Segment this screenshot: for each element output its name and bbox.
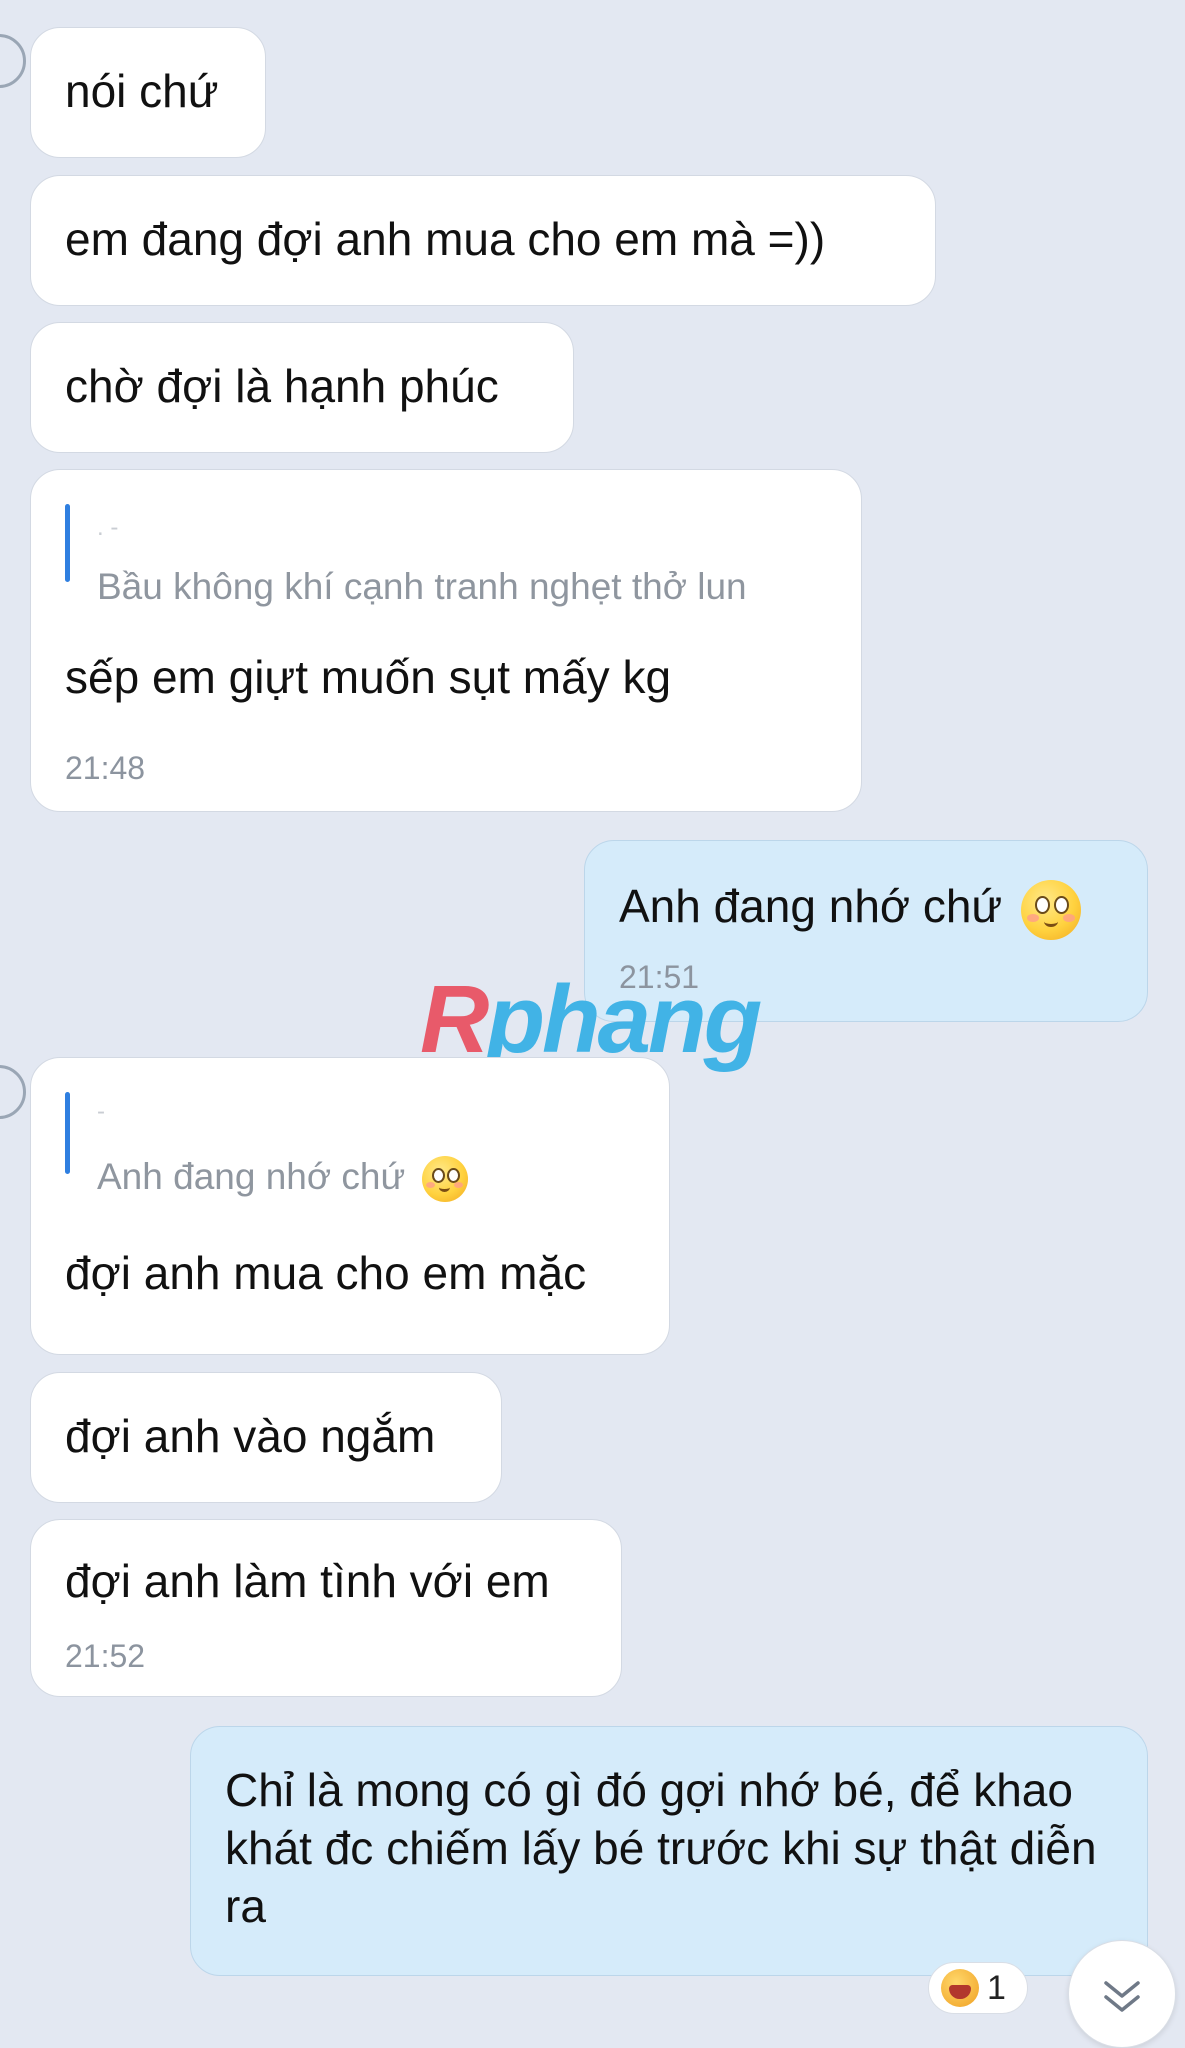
message-bubble[interactable]: chờ đợi là hạnh phúc [30, 322, 574, 453]
avatar[interactable] [0, 34, 26, 88]
message-bubble-with-reply[interactable]: . - Bầu không khí cạnh tranh nghẹt thở l… [30, 469, 862, 812]
message-text-content: Anh đang nhớ chứ [619, 880, 1003, 932]
double-chevron-down-icon [1104, 1981, 1140, 2012]
outgoing-message-bubble[interactable]: Chỉ là mong có gì đó gợi nhớ bé, để khao… [190, 1726, 1148, 1976]
avatar[interactable] [0, 1065, 26, 1119]
message-text: đợi anh vào ngắm [65, 1410, 436, 1462]
reply-quote-bar [65, 1092, 70, 1174]
laughing-crying-face-icon [941, 1969, 979, 2007]
message-text: chờ đợi là hạnh phúc [65, 360, 499, 412]
message-bubble-with-reply[interactable]: - Anh đang nhớ chứ đợi anh mua cho em mặ… [30, 1057, 670, 1355]
reaction-count: 1 [987, 1968, 1006, 2007]
message-text: đợi anh làm tình với em [65, 1555, 550, 1607]
shy-smiling-face-icon [421, 1156, 468, 1203]
reply-quote-sender: - [97, 1098, 105, 1125]
reply-quote-bar [65, 504, 70, 582]
message-reaction[interactable]: 1 [928, 1962, 1028, 2014]
message-text: sếp em giựt muốn sụt mấy kg [65, 651, 672, 703]
message-bubble[interactable]: đợi anh vào ngắm [30, 1372, 502, 1503]
scroll-to-bottom-button[interactable] [1068, 1940, 1176, 2048]
message-bubble[interactable]: em đang đợi anh mua cho em mà =)) [30, 175, 936, 306]
message-text: Chỉ là mong có gì đó gợi nhớ bé, để khao… [225, 1764, 1097, 1932]
reply-quote-sender: . - [97, 514, 119, 541]
message-text: đợi anh mua cho em mặc [65, 1247, 587, 1299]
shy-smiling-face-icon [1021, 879, 1082, 940]
reply-quote-text-content: Anh đang nhớ chứ [97, 1156, 406, 1197]
message-time: 21:48 [65, 750, 146, 786]
reply-quote-text[interactable]: Anh đang nhớ chứ [97, 1156, 468, 1203]
message-bubble[interactable]: nói chứ [30, 27, 266, 158]
reply-quote-text[interactable]: Bầu không khí cạnh tranh nghẹt thở lun [97, 566, 747, 608]
message-text: Anh đang nhớ chứ [619, 877, 1082, 940]
message-time: 21:52 [65, 1638, 146, 1674]
message-text: nói chứ [65, 65, 219, 117]
message-text: em đang đợi anh mua cho em mà =)) [65, 213, 826, 265]
message-bubble[interactable]: đợi anh làm tình với em 21:52 [30, 1519, 622, 1697]
